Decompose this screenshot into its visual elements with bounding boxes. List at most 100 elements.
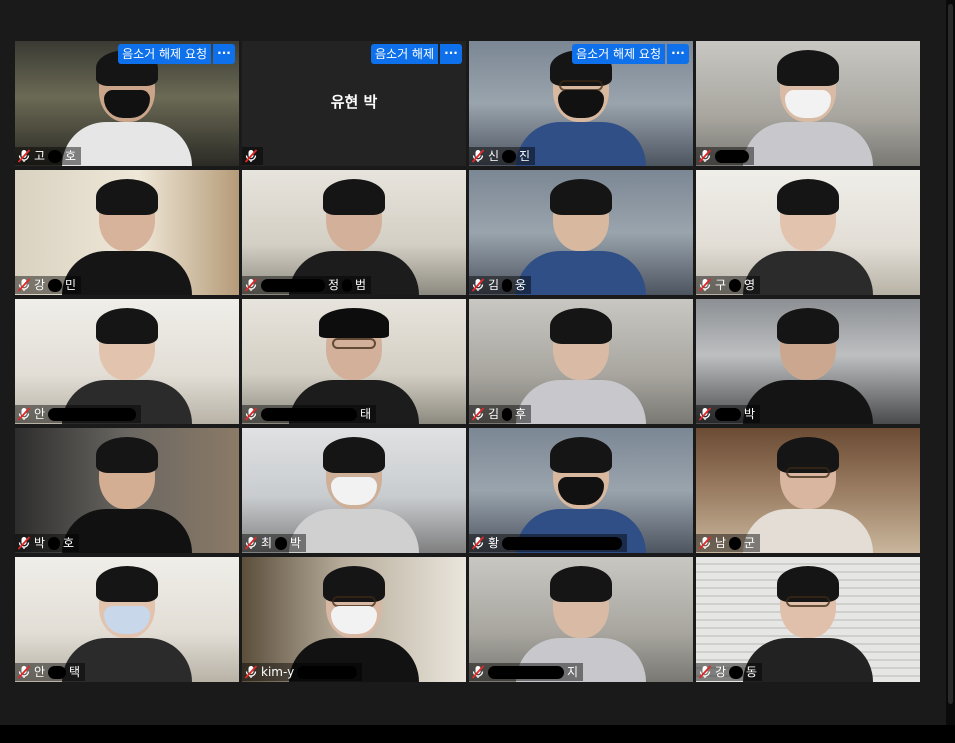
microphone-muted-icon: [698, 149, 712, 163]
microphone-muted-icon: [471, 278, 485, 292]
ask-to-unmute-button[interactable]: 음소거 해제: [370, 44, 438, 64]
participant-tile[interactable]: 강동: [696, 557, 920, 682]
redacted-name-part: [297, 665, 358, 679]
name-last-part: 지: [567, 665, 579, 679]
name-first-part: 황: [488, 536, 500, 550]
vertical-scrollbar[interactable]: [946, 0, 955, 725]
participant-tile[interactable]: 음소거 해제 요청 ··· 고 호: [15, 41, 239, 166]
zoom-gallery-window: 음소거 해제 요청 ··· 고 호 유현 박 음소거 해제 ··· 음소거 해제 요청 ··· 신…: [0, 0, 946, 725]
redacted-name-part: [261, 278, 325, 292]
participant-name-label: 황: [469, 534, 628, 552]
name-last-part: 박: [290, 536, 302, 550]
participant-tile[interactable]: 최박: [242, 428, 466, 553]
microphone-muted-icon: [698, 665, 712, 679]
more-options-button[interactable]: ···: [440, 44, 462, 64]
participant-tile[interactable]: 태: [242, 299, 466, 424]
name-last-part: 택: [69, 665, 81, 679]
ask-to-unmute-button[interactable]: 음소거 해제 요청: [572, 44, 665, 64]
microphone-muted-icon: [698, 278, 712, 292]
ask-to-unmute-button[interactable]: 음소거 해제 요청: [118, 44, 211, 64]
redacted-name-part: [502, 536, 623, 550]
redacted-name-part: [48, 665, 67, 679]
redacted-name-part: [261, 407, 357, 421]
participant-figure: [289, 433, 419, 553]
participant-tile[interactable]: 안: [15, 299, 239, 424]
name-last-part: 진: [519, 149, 531, 163]
name-first-part: 강: [715, 665, 727, 679]
microphone-muted-icon: [17, 407, 31, 421]
participant-figure: [62, 46, 192, 166]
name-last-part: 후: [515, 407, 527, 421]
microphone-muted-icon: [698, 407, 712, 421]
microphone-muted-icon: [471, 665, 485, 679]
name-first-part: 안: [34, 665, 46, 679]
redacted-name-part: [502, 149, 517, 163]
microphone-muted-icon: [17, 149, 31, 163]
redacted-name-part: [48, 536, 61, 550]
participant-name-label: 구영: [696, 276, 761, 294]
redacted-name-part: [502, 278, 513, 292]
participant-name-label: 고호: [15, 147, 82, 165]
more-options-button[interactable]: ···: [667, 44, 689, 64]
participant-figure: [743, 46, 873, 166]
participant-figure: [516, 175, 646, 295]
name-first-part: 안: [34, 407, 46, 421]
participant-tile[interactable]: 박호: [15, 428, 239, 553]
name-last-part: 웅: [515, 278, 527, 292]
participant-figure: [743, 304, 873, 424]
name-first-part: 김: [488, 278, 500, 292]
participant-tile[interactable]: 강민: [15, 170, 239, 295]
name-first-part: 남: [715, 536, 727, 550]
participant-name-label: 남군: [696, 534, 761, 552]
redacted-name-part: [729, 278, 742, 292]
participant-figure: [62, 175, 192, 295]
scrollbar-thumb[interactable]: [948, 4, 953, 704]
participant-name-label: 김후: [469, 405, 532, 423]
participant-figure: [516, 304, 646, 424]
redacted-name-part: [488, 665, 564, 679]
tile-actions: 음소거 해제 ···: [370, 44, 462, 64]
participant-name-label: 태: [242, 405, 377, 423]
participant-name-label: 안택: [15, 663, 86, 681]
participant-figure: [743, 562, 873, 682]
bottom-strip: [0, 725, 955, 743]
participant-tile[interactable]: kim-y: [242, 557, 466, 682]
participant-tile[interactable]: 남군: [696, 428, 920, 553]
name-last-part: 박: [744, 407, 756, 421]
microphone-muted-icon: [471, 149, 485, 163]
tile-actions: 음소거 해제 요청 ···: [572, 44, 689, 64]
participant-tile[interactable]: 정범: [242, 170, 466, 295]
participant-name-label: 박호: [15, 534, 80, 552]
participant-tile[interactable]: 음소거 해제 요청 ··· 신 진: [469, 41, 693, 166]
microphone-muted-icon: [471, 536, 485, 550]
participant-tile[interactable]: 박: [696, 299, 920, 424]
microphone-muted-icon: [698, 536, 712, 550]
participant-tile[interactable]: 김후: [469, 299, 693, 424]
name-first-part: 박: [34, 536, 46, 550]
participant-tile[interactable]: 구영: [696, 170, 920, 295]
name-last-part: 호: [65, 149, 77, 163]
participant-tile[interactable]: 유현 박 음소거 해제 ···: [242, 41, 466, 166]
microphone-muted-icon: [17, 278, 31, 292]
name-last-part: 호: [63, 536, 75, 550]
participant-tile[interactable]: 황: [469, 428, 693, 553]
name-last-part: 태: [360, 407, 372, 421]
participant-tile[interactable]: 지: [469, 557, 693, 682]
participant-tile[interactable]: 김웅: [469, 170, 693, 295]
more-options-button[interactable]: ···: [213, 44, 235, 64]
participant-name-label: 안: [15, 405, 142, 423]
microphone-muted-icon: [471, 407, 485, 421]
redacted-name-part: [48, 278, 63, 292]
name-first-part: 구: [715, 278, 727, 292]
participant-name-label: 김웅: [469, 276, 532, 294]
participant-tile[interactable]: 안택: [15, 557, 239, 682]
participant-name-label: 정범: [242, 276, 372, 294]
redacted-name-part: [715, 149, 749, 163]
participant-tile[interactable]: [696, 41, 920, 166]
participant-figure: [743, 433, 873, 553]
participant-name-label: 박: [696, 405, 761, 423]
redacted-name-part: [729, 536, 742, 550]
name-first-part: 신: [488, 149, 500, 163]
name-last-part: 정: [328, 278, 340, 292]
name-tail-part: 범: [355, 278, 367, 292]
